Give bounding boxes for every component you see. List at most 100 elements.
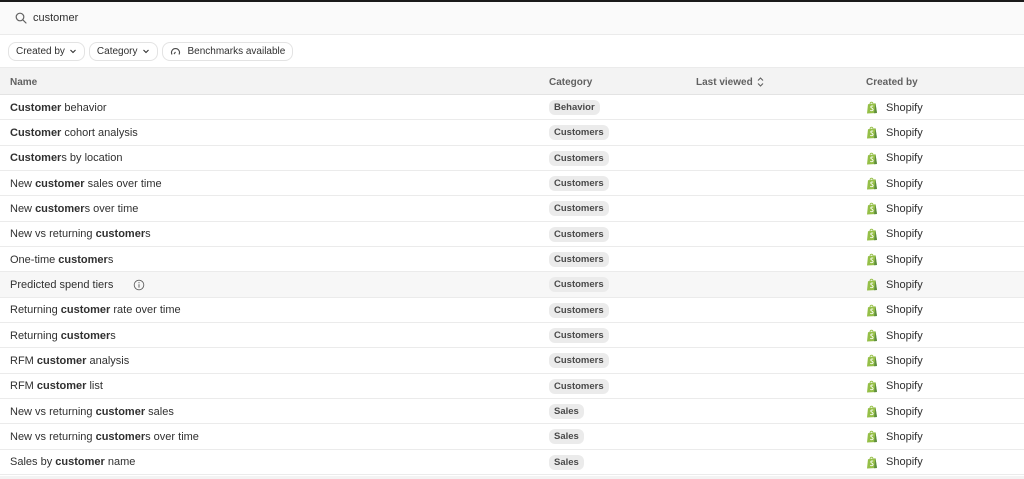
category-badge: Sales <box>549 404 584 420</box>
report-name[interactable]: RFM customer analysis <box>10 348 129 373</box>
report-name-text: Returning <box>10 304 61 317</box>
search-match-text: customer <box>36 354 87 367</box>
category-cell: Sales <box>549 424 584 449</box>
table-row[interactable]: Predicted spend tiers Customers Shopify <box>0 272 1024 298</box>
benchmarks-filter[interactable]: Benchmarks available <box>161 41 294 61</box>
created-by-filter[interactable]: Created by <box>8 41 85 61</box>
report-name-text: RFM <box>10 380 37 393</box>
report-name[interactable]: Returning customer rate over time <box>10 298 181 323</box>
shopify-logo-icon <box>866 430 878 443</box>
shopify-logo-icon <box>866 101 878 114</box>
search-match-text: customer <box>95 228 146 241</box>
report-name-text: s <box>145 228 151 241</box>
created-by-cell: Shopify <box>866 272 923 297</box>
report-name[interactable]: New vs returning customer s <box>10 222 151 247</box>
created-by-label: Shopify <box>886 101 923 114</box>
search-match-text: customer <box>55 456 105 469</box>
category-cell: Customers <box>549 323 609 348</box>
table-row[interactable]: Returning customer s Customers Shopify <box>0 323 1024 349</box>
category-cell: Customers <box>549 196 609 221</box>
search-match-text: Customer <box>10 152 62 165</box>
search-match-text: customer <box>58 253 108 266</box>
category-cell: Customers <box>549 272 609 297</box>
report-name[interactable]: Customer s by location <box>10 146 123 171</box>
shopify-logo-icon <box>866 126 878 139</box>
created-by-filter-label: Created by <box>16 45 65 57</box>
report-name-text: Predicted spend tiers <box>10 278 114 291</box>
report-name-text: behavior <box>61 101 107 114</box>
report-name-text: sales <box>145 405 174 418</box>
report-name-text: New <box>10 177 36 190</box>
report-name-text: rate over time <box>110 304 181 317</box>
search-bar[interactable] <box>0 2 1024 35</box>
created-by-label: Shopify <box>886 405 923 418</box>
table-row[interactable]: New vs returning customer s Customers Shopi… <box>0 221 1024 248</box>
search-match-text: customer <box>35 202 85 215</box>
table-row[interactable]: Sales by customer name Sales Shopify <box>0 449 1024 476</box>
table-row[interactable]: Customer behavior Behavior Shopify <box>0 95 1024 121</box>
created-by-cell: Shopify <box>866 222 923 247</box>
category-badge: Customers <box>549 176 609 192</box>
created-by-label: Shopify <box>886 278 923 291</box>
table-row[interactable]: Customer cohort analysis Customers Shopify <box>0 120 1024 146</box>
category-badge: Customers <box>549 277 609 293</box>
shopify-logo-icon <box>866 304 878 317</box>
report-name-text: Sales by <box>10 456 56 469</box>
table-row[interactable]: RFM customer analysis Customers Shopify <box>0 348 1024 374</box>
table-row[interactable]: New customer sales over time Customers Sho… <box>0 171 1024 197</box>
report-name[interactable]: One-time customer s <box>10 247 113 272</box>
search-match-text: customer <box>95 430 146 443</box>
report-name[interactable]: New vs returning customer sales <box>10 399 174 424</box>
category-cell: Customers <box>549 247 609 272</box>
created-by-cell: Shopify <box>866 399 923 424</box>
search-match-text: customer <box>36 380 87 393</box>
report-name[interactable]: Customer behavior <box>10 95 107 120</box>
chevron-down-icon <box>142 47 150 55</box>
shopify-logo-icon <box>866 202 878 215</box>
category-filter[interactable]: Category <box>88 41 158 61</box>
table-row[interactable]: Customer s by location Customers Shopify <box>0 145 1024 172</box>
column-header-last-viewed[interactable]: Last viewed <box>696 68 764 96</box>
shopify-logo-icon <box>866 177 878 190</box>
search-match-text: Customer <box>10 126 62 139</box>
created-by-label: Shopify <box>886 152 923 165</box>
report-name[interactable]: Returning customer s <box>10 323 116 348</box>
column-header-name[interactable]: Name <box>10 68 37 96</box>
category-badge: Behavior <box>549 100 600 115</box>
table-row[interactable]: New customer s over time Customers Shopify <box>0 196 1024 222</box>
report-name-text: s by location <box>61 152 123 165</box>
report-name-text: analysis <box>86 354 130 367</box>
report-name-text: s over time <box>145 430 199 443</box>
table-row[interactable]: New vs returning customer sales Sales Shop… <box>0 399 1024 425</box>
info-icon[interactable] <box>133 279 145 291</box>
category-cell: Customers <box>549 146 609 171</box>
search-match-text: customer <box>35 177 85 190</box>
search-match-text: customer <box>60 304 111 317</box>
column-header-created-by[interactable]: Created by <box>866 68 918 96</box>
search-input[interactable] <box>33 8 433 28</box>
category-cell: Customers <box>549 120 609 145</box>
report-name-text: New vs returning <box>10 228 96 241</box>
report-name[interactable]: New vs returning customer s over time <box>10 424 199 449</box>
shopify-logo-icon <box>866 152 878 165</box>
report-name[interactable]: New customer s over time <box>10 196 138 221</box>
report-name-text: s <box>107 253 114 266</box>
report-name[interactable]: Customer cohort analysis <box>10 120 138 145</box>
created-by-cell: Shopify <box>866 424 923 449</box>
report-name[interactable]: Sales by customer name <box>10 450 135 475</box>
table-row[interactable]: New vs returning customer s over time Sale… <box>0 424 1024 450</box>
category-badge: Customers <box>549 302 609 318</box>
column-header-category[interactable]: Category <box>549 68 592 96</box>
table-row[interactable]: One-time customer s Customers Shopify <box>0 247 1024 273</box>
category-badge: Customers <box>549 378 609 394</box>
category-cell: Customers <box>549 298 609 323</box>
shopify-logo-icon <box>866 405 878 418</box>
table-row[interactable]: Returning customer rate over time Custome… <box>0 297 1024 324</box>
created-by-label: Shopify <box>886 456 923 469</box>
report-name[interactable]: RFM customer list <box>10 374 103 399</box>
table-header: Name Category Last viewed Created by <box>0 67 1024 95</box>
table-row[interactable]: RFM customer list Customers Shopify <box>0 373 1024 400</box>
report-name[interactable]: Predicted spend tiers <box>10 272 145 297</box>
report-name[interactable]: New customer sales over time <box>10 171 162 196</box>
created-by-label: Shopify <box>886 126 923 139</box>
